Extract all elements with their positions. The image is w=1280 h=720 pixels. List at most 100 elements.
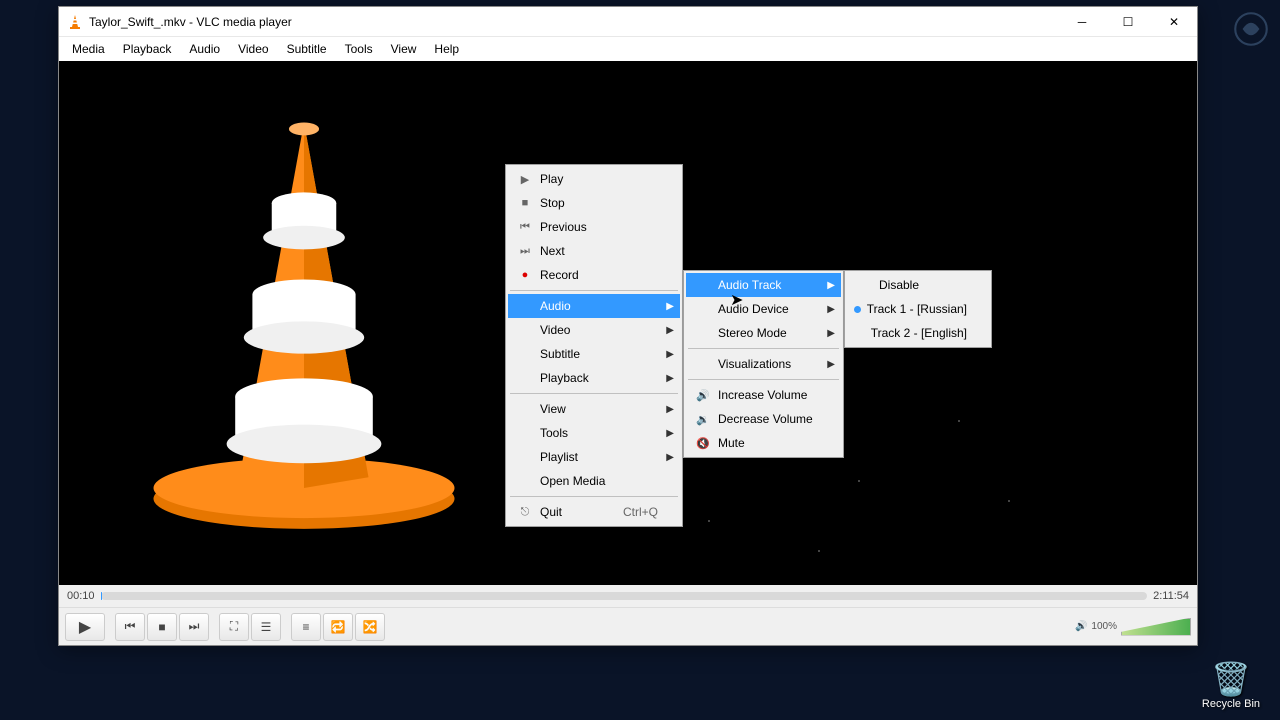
volume-slider[interactable] — [1121, 618, 1191, 636]
vlc-cone-large — [129, 101, 479, 531]
menuitem-label: Audio Track — [714, 278, 819, 292]
menuitem-audio-track[interactable]: Audio Track ▶ — [686, 273, 841, 297]
menu-subtitle[interactable]: Subtitle — [278, 39, 336, 59]
recycle-bin-icon: 🗑️ — [1202, 660, 1260, 698]
menuitem-audio-device[interactable]: Audio Device ▶ — [686, 297, 841, 321]
menuitem-video[interactable]: Video ▶ — [508, 318, 680, 342]
menuitem-label: Disable — [875, 278, 967, 292]
menuitem-quit[interactable]: ⎋QuitCtrl+Q — [508, 500, 680, 524]
shuffle-button[interactable]: 🔀 — [355, 613, 385, 641]
menuitem-audio[interactable]: Audio ▶ — [508, 294, 680, 318]
menu-video[interactable]: Video — [229, 39, 277, 59]
time-current: 00:10 — [67, 590, 95, 602]
menuitem-label: Audio Device — [714, 302, 819, 316]
menuitem-label: Stereo Mode — [714, 326, 819, 340]
menuitem-label: Visualizations — [714, 357, 819, 371]
playlist-button[interactable]: ≡ — [291, 613, 321, 641]
menuitem-label: Audio — [536, 299, 658, 313]
menuitem-label: Record — [536, 268, 658, 282]
submenu-arrow-icon: ▶ — [666, 404, 674, 415]
next-button[interactable]: ⏭ — [179, 613, 209, 641]
extended-settings-button[interactable]: ☰ — [251, 613, 281, 641]
menuitem-previous[interactable]: ⏮Previous — [508, 215, 680, 239]
submenu-arrow-icon: ▶ — [666, 325, 674, 336]
menuitem-subtitle[interactable]: Subtitle ▶ — [508, 342, 680, 366]
volume-icon: 🔊 — [1075, 621, 1087, 632]
submenu-arrow-icon: ▶ — [827, 280, 835, 291]
menuitem-track-1-russian-[interactable]: Track 1 - [Russian] — [847, 297, 989, 321]
titlebar[interactable]: Taylor_Swift_.mkv - VLC media player ─ ☐… — [59, 7, 1197, 37]
menuitem-decrease-volume[interactable]: 🔉Decrease Volume — [686, 407, 841, 431]
volume-percent: 100% — [1091, 621, 1117, 632]
menuitem-next[interactable]: ⏭Next — [508, 239, 680, 263]
seekbar-progress — [101, 592, 102, 600]
menuitem-playlist[interactable]: Playlist ▶ — [508, 445, 680, 469]
submenu-arrow-icon: ▶ — [827, 359, 835, 370]
submenu-arrow-icon: ▶ — [827, 304, 835, 315]
maximize-button[interactable]: ☐ — [1105, 7, 1151, 37]
menuitem-track-2-english-[interactable]: Track 2 - [English] — [847, 321, 989, 345]
menuitem-increase-volume[interactable]: 🔊Increase Volume — [686, 383, 841, 407]
menuitem-label: Next — [536, 244, 658, 258]
stop-button[interactable]: ■ — [147, 613, 177, 641]
submenu-arrow-icon: ▶ — [666, 373, 674, 384]
menuitem-label: Playback — [536, 371, 658, 385]
recycle-bin-label: Recycle Bin — [1202, 698, 1260, 710]
menuitem-play[interactable]: ▶Play — [508, 167, 680, 191]
close-button[interactable]: ✕ — [1151, 7, 1197, 37]
seekbar[interactable] — [101, 592, 1148, 600]
vlc-cone-icon — [67, 14, 83, 30]
menuitem-label: Mute — [714, 436, 819, 450]
menuitem-stop[interactable]: ■Stop — [508, 191, 680, 215]
menu-media[interactable]: Media — [63, 39, 114, 59]
menuitem-label: Playlist — [536, 450, 658, 464]
minimize-button[interactable]: ─ — [1059, 7, 1105, 37]
menuitem-label: Video — [536, 323, 658, 337]
menuitem-label: Track 1 - [Russian] — [863, 302, 967, 316]
menuitem-label: Stop — [536, 196, 658, 210]
menuitem-mute[interactable]: 🔇Mute — [686, 431, 841, 455]
context-menu-audio-track: Disable Track 1 - [Russian] Track 2 - [Eng… — [844, 270, 992, 348]
menuitem-view[interactable]: View ▶ — [508, 397, 680, 421]
menuitem-label: Play — [536, 172, 658, 186]
menuitem-open-media[interactable]: Open Media — [508, 469, 680, 493]
menuitem-label: View — [536, 402, 658, 416]
fullscreen-button[interactable]: ⛶ — [219, 613, 249, 641]
menuitem-record[interactable]: ●Record — [508, 263, 680, 287]
submenu-arrow-icon: ▶ — [666, 428, 674, 439]
menu-playback[interactable]: Playback — [114, 39, 181, 59]
menu-audio[interactable]: Audio — [180, 39, 229, 59]
submenu-arrow-icon: ▶ — [666, 349, 674, 360]
loop-button[interactable]: 🔁 — [323, 613, 353, 641]
desktop-wallpaper-dragon-icon — [1230, 8, 1272, 50]
menuitem-tools[interactable]: Tools ▶ — [508, 421, 680, 445]
menuitem-label: Subtitle — [536, 347, 658, 361]
time-total: 2:11:54 — [1153, 590, 1189, 602]
menuitem-visualizations[interactable]: Visualizations ▶ — [686, 352, 841, 376]
submenu-arrow-icon: ▶ — [666, 452, 674, 463]
context-menu-audio: Audio Track▶Audio Device▶Stereo Mode▶Vis… — [683, 270, 844, 458]
menuitem-stereo-mode[interactable]: Stereo Mode ▶ — [686, 321, 841, 345]
volume-control[interactable]: 🔊 100% — [1075, 618, 1191, 636]
window-title: Taylor_Swift_.mkv - VLC media player — [89, 15, 1059, 29]
prev-button[interactable]: ⏮ — [115, 613, 145, 641]
menu-tools[interactable]: Tools — [336, 39, 382, 59]
context-menu-main: ▶Play■Stop⏮Previous⏭Next●RecordAudio▶Vid… — [505, 164, 683, 527]
menu-help[interactable]: Help — [425, 39, 468, 59]
seekbar-row: 00:10 2:11:54 — [59, 585, 1197, 607]
play-button[interactable]: ▶ — [65, 613, 105, 641]
menuitem-label: Quit — [536, 505, 593, 519]
menubar: MediaPlaybackAudioVideoSubtitleToolsView… — [59, 37, 1197, 61]
menuitem-playback[interactable]: Playback ▶ — [508, 366, 680, 390]
menuitem-label: Tools — [536, 426, 658, 440]
submenu-arrow-icon: ▶ — [827, 328, 835, 339]
menuitem-label: Previous — [536, 220, 658, 234]
menu-view[interactable]: View — [382, 39, 426, 59]
recycle-bin-desktop-icon[interactable]: 🗑️ Recycle Bin — [1202, 660, 1260, 710]
menuitem-label: Open Media — [536, 474, 658, 488]
controls-row: ▶ ⏮ ■ ⏭ ⛶ ☰ ≡ 🔁 🔀 🔊 100% — [59, 607, 1197, 645]
menuitem-disable[interactable]: Disable — [847, 273, 989, 297]
menuitem-label: Decrease Volume — [714, 412, 819, 426]
submenu-arrow-icon: ▶ — [666, 301, 674, 312]
menuitem-label: Track 2 - [English] — [867, 326, 967, 340]
